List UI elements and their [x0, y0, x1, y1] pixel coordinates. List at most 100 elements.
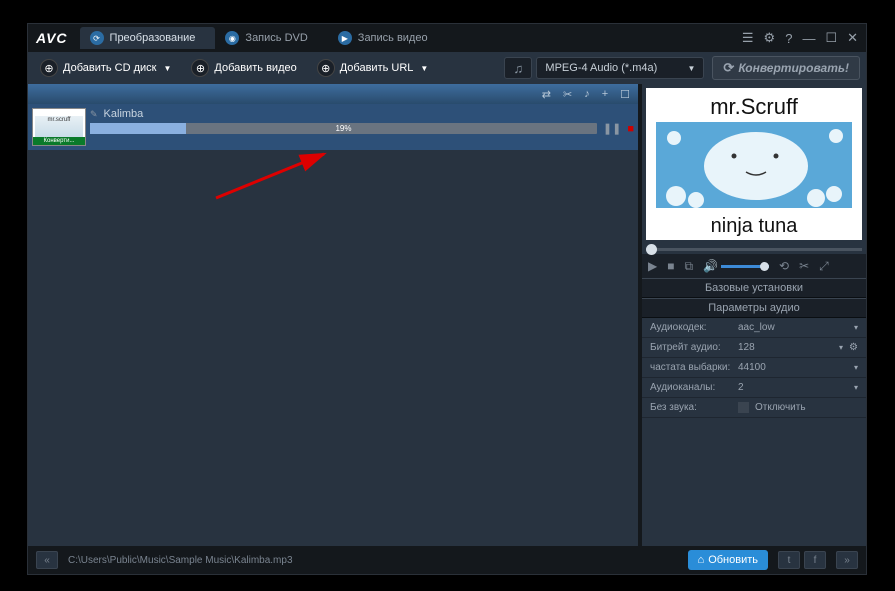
help-icon[interactable]: ?: [785, 31, 792, 46]
titlebar: AVC ⟳ Преобразование ◉ Запись DVD ▶ Запи…: [28, 24, 866, 52]
item-title: Kalimba: [104, 108, 144, 120]
btn-label: Конвертировать!: [738, 61, 849, 75]
main-body: ⇄ ✂ ♪ + ☐ mr.scruff Конверти... ✎ Kalimb…: [28, 84, 866, 546]
add-url-button[interactable]: ⊕ Добавить URL ▼: [311, 56, 435, 80]
home-icon: ⌂: [698, 554, 705, 566]
progress-bar: 19%: [90, 123, 597, 134]
item-controls: ❚❚ ■: [603, 122, 634, 135]
toolbar: ⊕ Добавить CD диск ▼ ⊕ Добавить видео ⊕ …: [28, 52, 866, 84]
play-icon: ▶: [338, 31, 352, 45]
chevron-down-icon: ▾: [839, 343, 843, 352]
side-panel: mr.Scruff ninja tuna ▶: [642, 84, 866, 546]
add-item-button[interactable]: +: [602, 88, 608, 100]
item-title-row: ✎ Kalimba: [90, 108, 634, 120]
thumb-status: Конверти...: [33, 137, 85, 145]
chevron-down-icon: ▾: [854, 363, 858, 372]
progress-fill: [90, 123, 186, 134]
thumb-art: mr.scruff: [35, 116, 83, 138]
maximize-icon[interactable]: ☐: [825, 30, 837, 46]
facebook-icon[interactable]: f: [804, 551, 826, 569]
remove-item-button[interactable]: ☐: [620, 88, 630, 101]
settings-icon[interactable]: ⚙: [764, 30, 776, 46]
chevron-down-icon: ▼: [420, 64, 428, 73]
social-buttons: t f: [778, 551, 826, 569]
list-icon[interactable]: ☰: [742, 30, 754, 46]
edit-icon[interactable]: ✎: [90, 109, 98, 120]
tab-dvd[interactable]: ◉ Запись DVD: [215, 27, 327, 49]
minimize-icon[interactable]: —: [802, 31, 815, 46]
film-plus-icon: ⊕: [191, 59, 209, 77]
pause-icon[interactable]: ❚❚: [603, 122, 621, 135]
mute-checkbox[interactable]: [738, 402, 749, 413]
param-bitrate[interactable]: Битрейт аудио: 128 ▾ ⚙: [642, 338, 866, 358]
item-thumbnail: mr.scruff Конверти...: [32, 108, 86, 146]
file-list: ⇄ ✂ ♪ + ☐ mr.scruff Конверти... ✎ Kalimb…: [28, 84, 638, 546]
chevron-down-icon: ▼: [688, 64, 696, 73]
chevron-down-icon: ▾: [854, 323, 858, 332]
add-cd-button[interactable]: ⊕ Добавить CD диск ▼: [34, 56, 177, 80]
list-header: ⇄ ✂ ♪ + ☐: [28, 84, 638, 104]
gear-icon[interactable]: ⚙: [849, 342, 858, 353]
music-note-icon[interactable]: ♫: [504, 57, 532, 79]
param-mute: Без звука: Отключить: [642, 398, 866, 418]
main-tabs: ⟳ Преобразование ◉ Запись DVD ▶ Запись в…: [80, 27, 742, 49]
scissors-icon[interactable]: ✂: [799, 259, 809, 273]
play-icon[interactable]: ▶: [648, 259, 657, 273]
param-channels[interactable]: Аудиоканалы: 2 ▾: [642, 378, 866, 398]
format-dropdown[interactable]: MPEG-4 Audio (*.m4a) ▼: [536, 57, 704, 79]
tab-label: Запись DVD: [245, 32, 307, 44]
tab-convert[interactable]: ⟳ Преобразование: [80, 27, 216, 49]
speaker-icon: 🔊: [703, 259, 718, 273]
tab-record[interactable]: ▶ Запись видео: [328, 27, 448, 49]
section-basic: Базовые установки: [642, 278, 866, 298]
chevron-down-icon: ▼: [164, 64, 172, 73]
volume-control[interactable]: 🔊: [703, 259, 769, 273]
stop-icon[interactable]: ■: [667, 259, 674, 273]
music-icon[interactable]: ♪: [584, 88, 590, 100]
btn-label: Добавить URL: [340, 62, 414, 74]
twitter-icon[interactable]: t: [778, 551, 800, 569]
disc-plus-icon: ⊕: [40, 59, 58, 77]
cut-icon[interactable]: ✂: [563, 88, 572, 101]
convert-button[interactable]: ⟳ Конвертировать!: [712, 56, 860, 80]
tab-label: Преобразование: [110, 32, 196, 44]
refresh-icon: ⟳: [90, 31, 104, 45]
btn-label: Добавить видео: [214, 62, 296, 74]
file-path: C:\Users\Public\Music\Sample Music\Kalim…: [68, 555, 678, 566]
progress-row: 19% ❚❚ ■: [90, 122, 634, 135]
shuffle-icon[interactable]: ⇄: [542, 88, 551, 101]
list-item[interactable]: mr.scruff Конверти... ✎ Kalimba 19%: [28, 104, 638, 150]
collapse-left-button[interactable]: «: [36, 551, 58, 569]
window-controls: ☰ ⚙ ? — ☐ ✕: [742, 30, 858, 46]
btn-label: Добавить CD диск: [63, 62, 157, 74]
section-audio: Параметры аудио: [642, 298, 866, 318]
format-selector: ♫ MPEG-4 Audio (*.m4a) ▼: [504, 57, 704, 79]
app-window: AVC ⟳ Преобразование ◉ Запись DVD ▶ Запи…: [27, 23, 867, 575]
camera-icon[interactable]: ⧉: [684, 259, 693, 274]
globe-plus-icon: ⊕: [317, 59, 335, 77]
audio-params: Аудиокодек: aac_low ▾ Битрейт аудио: 128…: [642, 318, 866, 418]
rotate-icon[interactable]: ⟲: [779, 259, 789, 273]
refresh-icon: ⟳: [723, 60, 734, 76]
art-title: mr.Scruff: [710, 94, 799, 119]
statusbar: « C:\Users\Public\Music\Sample Music\Kal…: [28, 546, 866, 574]
close-icon[interactable]: ✕: [847, 30, 858, 46]
format-value: MPEG-4 Audio (*.m4a): [545, 62, 657, 74]
seek-bar[interactable]: [642, 244, 866, 254]
app-logo: AVC: [36, 30, 68, 46]
tab-label: Запись видео: [358, 32, 428, 44]
art-subtitle: ninja tuna: [711, 215, 799, 237]
add-video-button[interactable]: ⊕ Добавить видео: [185, 56, 302, 80]
progress-text: 19%: [335, 123, 351, 134]
chevron-down-icon: ▾: [854, 383, 858, 392]
update-button[interactable]: ⌂ Обновить: [688, 550, 768, 570]
param-codec[interactable]: Аудиокодек: aac_low ▾: [642, 318, 866, 338]
expand-right-button[interactable]: »: [836, 551, 858, 569]
album-art: mr.Scruff ninja tuna: [646, 88, 862, 240]
expand-icon[interactable]: ⤢: [819, 259, 829, 274]
param-samplerate[interactable]: частата выбарки: 44100 ▾: [642, 358, 866, 378]
disc-icon: ◉: [225, 31, 239, 45]
stop-icon[interactable]: ■: [627, 123, 634, 135]
item-info: ✎ Kalimba 19% ❚❚ ■: [90, 108, 634, 135]
player-controls: ▶ ■ ⧉ 🔊 ⟲ ✂ ⤢: [642, 254, 866, 278]
